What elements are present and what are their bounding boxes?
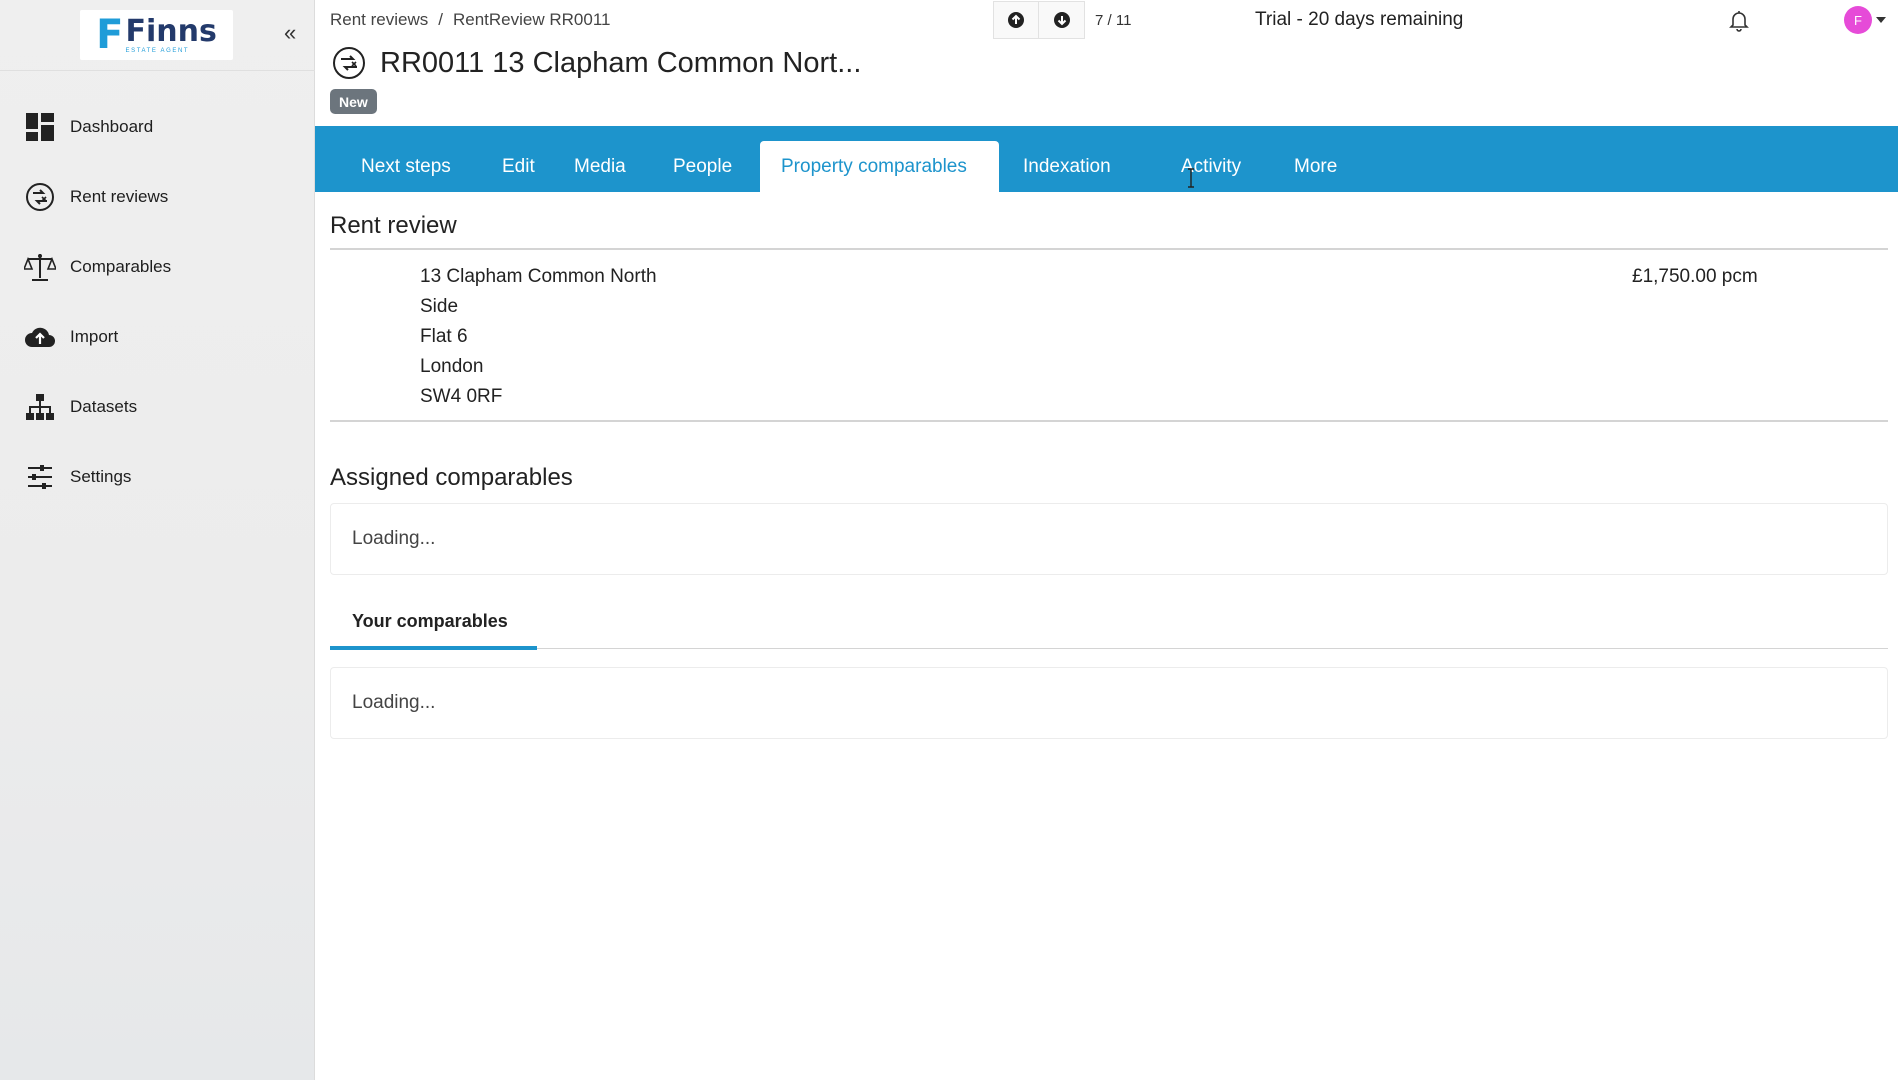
tab-people[interactable]: People [652, 141, 753, 192]
notifications-bell-icon[interactable] [1727, 8, 1751, 32]
status-badge: New [330, 89, 377, 114]
address-line: 13 Clapham Common North [420, 266, 657, 287]
sidebar-item-label: Settings [70, 467, 132, 486]
sidebar-item-import[interactable]: Import [0, 302, 315, 372]
logo-subtitle: ESTATE AGENT [125, 47, 190, 54]
collapse-sidebar-button[interactable]: « [284, 22, 302, 44]
arrow-down-circle-icon [1053, 12, 1070, 28]
tab-your-comparables[interactable]: Your comparables [330, 604, 537, 652]
sidebar-nav: Dashboard Rent reviews Comparables Impor… [0, 92, 315, 512]
avatar: F [1844, 6, 1872, 34]
sidebar-item-label: Dashboard [70, 117, 154, 136]
tab-edit[interactable]: Edit [481, 141, 556, 192]
sidebar-item-datasets[interactable]: Datasets [0, 372, 315, 442]
address-line: London [420, 356, 484, 377]
sidebar-item-settings[interactable]: Settings [0, 442, 315, 512]
dashboard-grid-icon [24, 111, 56, 143]
chevron-down-icon [1876, 17, 1886, 23]
breadcrumb: Rent reviews / RentReview RR0011 [330, 10, 610, 30]
sidebar-item-comparables[interactable]: Comparables [0, 232, 315, 302]
logo-mark: F [96, 12, 124, 58]
assigned-comparables-heading: Assigned comparables [330, 464, 573, 491]
tab-media[interactable]: Media [553, 141, 647, 192]
sidebar-item-rent-reviews[interactable]: Rent reviews [0, 162, 315, 232]
previous-record-button[interactable] [993, 1, 1039, 39]
your-comparables-loading: Loading... [330, 667, 1888, 739]
pager-count: 7 / 11 [1095, 11, 1132, 29]
rent-review-icon [24, 181, 56, 213]
sidebar-item-label: Rent reviews [70, 187, 169, 206]
tab-more[interactable]: More [1273, 141, 1358, 192]
address-line: Side [420, 296, 459, 317]
record-tabs: Next steps Edit Media People Property co… [315, 126, 1898, 192]
trial-status: Trial - 20 days remaining [1255, 9, 1464, 30]
rent-price: £1,750.00 pcm [1632, 266, 1758, 287]
active-subtab-indicator [330, 646, 537, 650]
logo-text: Finns ESTATE AGENT [125, 13, 217, 54]
text-cursor-icon [1188, 168, 1194, 188]
subtab-divider [330, 648, 1888, 649]
address-line: SW4 0RF [420, 386, 503, 407]
tab-indexation[interactable]: Indexation [1002, 141, 1132, 192]
hierarchy-icon [24, 391, 56, 423]
section-divider [330, 248, 1888, 250]
user-menu[interactable]: F [1844, 6, 1886, 34]
brand-logo[interactable]: F Finns ESTATE AGENT [80, 10, 233, 60]
main-content: Rent reviews / RentReview RR0011 7 / 11 Tr… [315, 0, 1898, 1080]
next-record-button[interactable] [1039, 1, 1085, 39]
sidebar-item-label: Comparables [70, 257, 172, 276]
tab-activity[interactable]: Activity [1160, 141, 1262, 192]
sidebar-divider [0, 70, 315, 71]
sidebar-item-dashboard[interactable]: Dashboard [0, 92, 315, 162]
rent-review-icon [333, 47, 365, 79]
sidebar-item-label: Import [70, 327, 119, 346]
sidebar: F Finns ESTATE AGENT « Dashboard Rent re… [0, 0, 315, 1080]
section-divider [330, 420, 1888, 422]
sliders-icon [24, 461, 56, 493]
page-title: RR0011 13 Clapham Common Nort... [380, 46, 862, 79]
scales-icon [24, 251, 56, 283]
breadcrumb-parent-link[interactable]: Rent reviews [330, 10, 428, 29]
tab-property-comparables[interactable]: Property comparables [760, 141, 999, 192]
logo-name: Finns [125, 13, 217, 49]
sidebar-item-label: Datasets [70, 397, 138, 416]
record-pager: 7 / 11 [993, 0, 1131, 40]
breadcrumb-separator: / [438, 10, 443, 29]
breadcrumb-current: RentReview RR0011 [453, 10, 611, 29]
arrow-up-circle-icon [1008, 12, 1024, 28]
rent-review-heading: Rent review [330, 212, 457, 239]
tab-next-steps[interactable]: Next steps [340, 141, 472, 192]
address-line: Flat 6 [420, 326, 468, 347]
cloud-upload-icon [24, 321, 56, 353]
assigned-comparables-loading: Loading... [330, 503, 1888, 575]
record-title-row: RR0011 13 Clapham Common Nort... [332, 46, 861, 80]
property-address: 13 Clapham Common North Side Flat 6 Lond… [420, 262, 657, 412]
